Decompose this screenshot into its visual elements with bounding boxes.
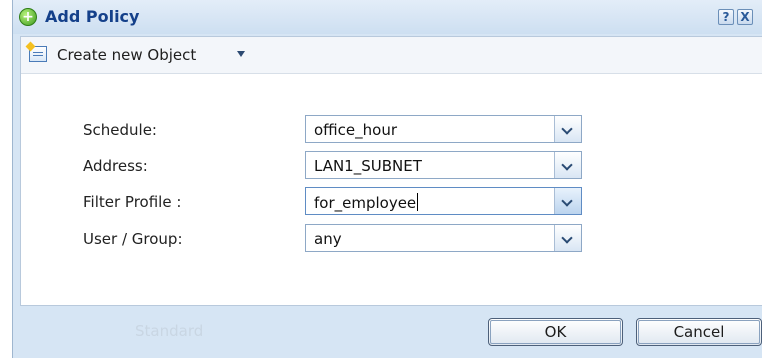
add-policy-dialog: + Add Policy ? X Create new Object Sched… — [12, 0, 762, 358]
address-label: Address: — [83, 157, 148, 175]
dialog-title: Add Policy — [45, 7, 140, 26]
ok-button[interactable]: OK — [488, 318, 623, 346]
dialog-content-panel: Create new Object Schedule: office_hour … — [20, 36, 762, 306]
user-group-label: User / Group: — [83, 230, 183, 248]
text-cursor — [417, 193, 419, 211]
chevron-down-icon[interactable] — [554, 152, 581, 178]
user-group-select[interactable]: any — [305, 224, 582, 252]
close-button[interactable]: X — [737, 9, 753, 25]
filter-profile-value-wrap: for_employee — [314, 193, 419, 212]
chevron-down-icon[interactable] — [554, 188, 581, 214]
schedule-value: office_hour — [314, 121, 398, 139]
chevron-down-icon[interactable] — [237, 51, 245, 57]
create-new-object-menu[interactable]: Create new Object — [57, 46, 196, 64]
new-object-icon — [29, 46, 47, 62]
schedule-label: Schedule: — [83, 121, 157, 139]
address-value: LAN1_SUBNET — [314, 157, 422, 175]
schedule-select[interactable]: office_hour — [305, 115, 582, 143]
filter-profile-select[interactable]: for_employee — [305, 187, 582, 215]
user-group-value: any — [314, 230, 342, 248]
cancel-button[interactable]: Cancel — [636, 318, 762, 346]
address-select[interactable]: LAN1_SUBNET — [305, 151, 582, 179]
chevron-down-icon[interactable] — [554, 116, 581, 142]
filter-profile-label: Filter Profile : — [83, 193, 182, 211]
background-text-standard: Standard — [135, 322, 204, 340]
chevron-down-icon[interactable] — [554, 225, 581, 251]
dialog-titlebar: + Add Policy ? X — [13, 0, 762, 34]
object-toolbar: Create new Object — [21, 37, 762, 74]
add-icon: + — [19, 8, 37, 26]
filter-profile-value: for_employee — [314, 194, 417, 212]
help-button[interactable]: ? — [718, 9, 734, 25]
